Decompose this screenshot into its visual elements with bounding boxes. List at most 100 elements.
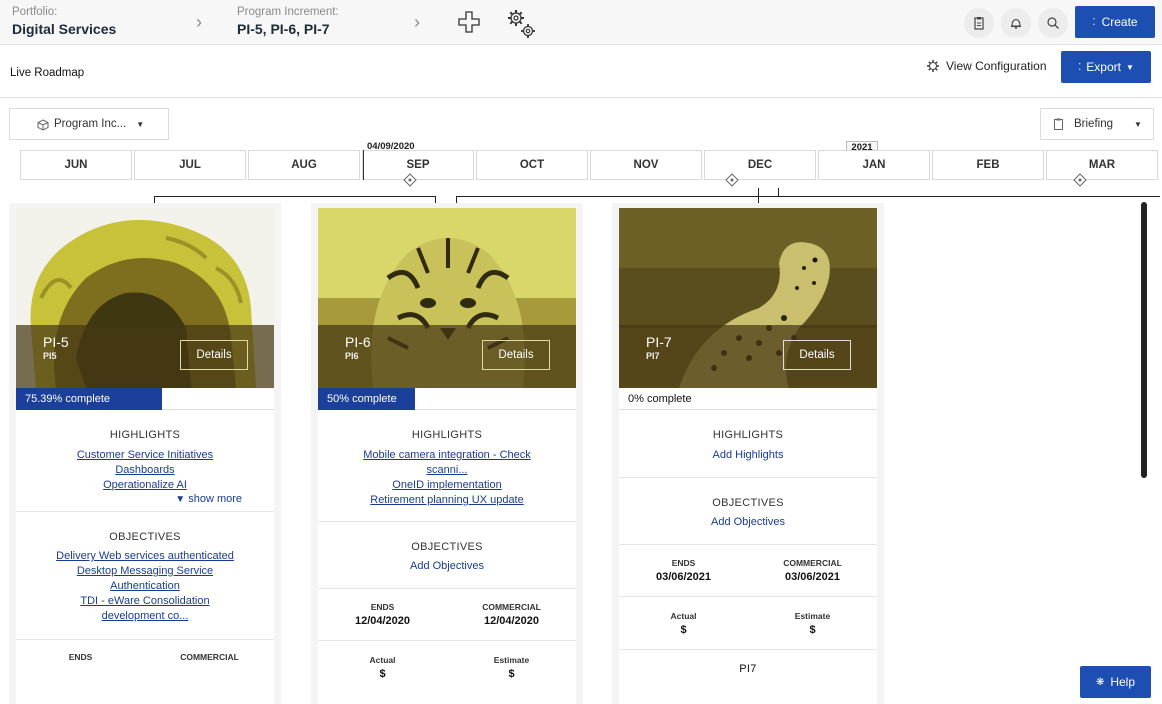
spinner-icon: ⁚ xyxy=(1092,16,1096,28)
program-increment-dropdown-label: Program Inc... xyxy=(54,118,127,130)
pi-card-pi-7: PI-7 PI7 Details 0% complete HIGHLIGHTS … xyxy=(619,208,877,704)
pi-card-pi-5: PI-5 PI5 Details 75.39% complete HIGHLIG… xyxy=(16,208,274,704)
create-label: Create xyxy=(1101,15,1138,29)
objective-link[interactable]: Authentication xyxy=(16,579,274,594)
caret-down-icon: ▼ xyxy=(136,119,145,129)
caret-down-icon: ▼ xyxy=(1125,62,1134,72)
portfolio-selector[interactable]: Portfolio: Digital Services xyxy=(12,6,116,37)
commercial-value: 03/06/2021 xyxy=(784,571,841,583)
milestone-marker-icon[interactable] xyxy=(1073,173,1087,187)
view-configuration-button[interactable]: View Configuration xyxy=(926,59,1047,73)
chevron-down-circle-icon: ▼ xyxy=(175,494,186,505)
highlight-link[interactable]: Operationalize AI xyxy=(16,478,274,493)
objective-link[interactable]: Delivery Web services authenticated xyxy=(16,549,274,564)
progress-bar: 75.39% complete xyxy=(16,388,274,410)
estimate-label: Estimate xyxy=(493,655,530,665)
search-button[interactable] xyxy=(1038,8,1068,38)
ends-value: 03/06/2021 xyxy=(655,571,712,583)
objective-link[interactable]: development co... xyxy=(16,609,274,624)
chevron-right-icon[interactable]: › xyxy=(196,12,202,33)
program-increment-selector[interactable]: Program Increment: PI-5, PI-6, PI-7 xyxy=(237,6,339,37)
ends-value: 12/04/2020 xyxy=(354,615,411,627)
pi-hero-image: PI-6 PI6 Details xyxy=(318,208,576,388)
span-divider xyxy=(758,188,759,204)
add-objectives-link[interactable]: Add Objectives xyxy=(318,559,576,574)
pi-name: PI-5 xyxy=(43,334,69,350)
page-title: Live Roadmap xyxy=(10,67,85,79)
program-increment-value: PI-5, PI-6, PI-7 xyxy=(237,21,330,37)
create-button[interactable]: ⁚ Create xyxy=(1075,6,1155,38)
progress-text: 50% complete xyxy=(327,393,397,405)
briefing-dropdown[interactable]: Briefing ▼ xyxy=(1040,108,1154,140)
clipboard-button[interactable] xyxy=(964,8,994,38)
add-highlights-link[interactable]: Add Highlights xyxy=(619,448,877,463)
notifications-button[interactable] xyxy=(1001,8,1031,38)
month-jun: JUN xyxy=(20,150,132,180)
actual-value: $ xyxy=(680,624,687,636)
program-increment-dropdown[interactable]: Program Inc... ▼ xyxy=(9,108,169,140)
details-button[interactable]: Details xyxy=(180,340,248,370)
bell-icon xyxy=(1011,18,1021,29)
ends-label: ENDS xyxy=(671,558,696,568)
dates-row: ENDS 12/04/2020 COMMERCIAL 12/04/2020 xyxy=(318,602,576,627)
progress-text: 75.39% complete xyxy=(25,393,110,405)
pi-code: PI7 xyxy=(646,351,660,361)
month-sep: SEP xyxy=(362,150,474,180)
highlight-link[interactable]: scanni... xyxy=(318,463,576,478)
portfolio-label: Portfolio: xyxy=(12,6,58,18)
highlight-link[interactable]: Retirement planning UX update xyxy=(318,493,576,508)
details-button[interactable]: Details xyxy=(482,340,550,370)
actual-label: Actual xyxy=(670,611,697,621)
top-bar: Portfolio: Digital Services › Program In… xyxy=(0,0,1162,45)
actual-value: $ xyxy=(379,668,386,680)
milestone-marker-icon[interactable] xyxy=(403,173,417,187)
show-more-label: show more xyxy=(188,493,242,505)
milestone-marker-icon[interactable] xyxy=(725,173,739,187)
details-button[interactable]: Details xyxy=(783,340,851,370)
month-dec: DEC xyxy=(704,150,816,180)
cube-icon xyxy=(37,119,49,131)
program-increment-label: Program Increment: xyxy=(237,6,339,18)
highlights-title: HIGHLIGHTS xyxy=(712,429,784,441)
highlight-link[interactable]: Mobile camera integration - Check xyxy=(318,448,576,463)
estimate-value: $ xyxy=(809,624,816,636)
month-mar: MAR xyxy=(1046,150,1158,180)
pi-card-pi-6: PI-6 PI6 Details 50% complete HIGHLIGHTS… xyxy=(318,208,576,704)
chevron-right-icon[interactable]: › xyxy=(414,12,420,33)
caret-down-icon: ▼ xyxy=(1134,119,1142,129)
month-nov: NOV xyxy=(590,150,702,180)
help-label: Help xyxy=(1110,675,1136,689)
pi-code: PI6 xyxy=(345,351,359,361)
month-feb: FEB xyxy=(932,150,1044,180)
highlight-link[interactable]: Dashboards xyxy=(16,463,274,478)
cost-row: Actual $ Estimate $ xyxy=(318,655,576,680)
help-icon: ❋ xyxy=(1095,676,1105,688)
view-configuration-label: View Configuration xyxy=(946,59,1047,73)
spinner-icon: ⁚ xyxy=(1078,61,1082,73)
pi-code: PI5 xyxy=(43,351,57,361)
show-more-button[interactable]: ▼ show more xyxy=(16,493,274,505)
vertical-scrollbar[interactable] xyxy=(1141,202,1147,478)
export-button[interactable]: ⁚ Export ▼ xyxy=(1061,51,1151,83)
highlight-link[interactable]: Customer Service Initiatives xyxy=(16,448,274,463)
timeline-months: JUN JUL AUG SEP OCT NOV DEC JAN FEB MAR xyxy=(20,150,1162,180)
briefing-dropdown-label: Briefing xyxy=(1074,118,1113,130)
help-button[interactable]: ❋ Help xyxy=(1080,666,1151,698)
pi-name: PI-6 xyxy=(345,334,371,350)
ends-label: ENDS xyxy=(370,602,395,612)
objective-link[interactable]: Desktop Messaging Service xyxy=(16,564,274,579)
export-label: Export xyxy=(1086,60,1121,74)
gear-icon xyxy=(927,60,939,72)
month-jul: JUL xyxy=(134,150,246,180)
today-line xyxy=(363,150,364,180)
span-tick xyxy=(778,188,779,196)
plus-icon[interactable] xyxy=(457,10,481,34)
ends-label: ENDS xyxy=(68,652,93,662)
highlight-link[interactable]: OneID implementation xyxy=(318,478,576,493)
add-objectives-link[interactable]: Add Objectives xyxy=(619,515,877,530)
objective-link[interactable]: TDI - eWare Consolidation xyxy=(16,594,274,609)
gears-icon[interactable] xyxy=(505,7,539,41)
commercial-label: COMMERCIAL xyxy=(482,602,541,612)
month-aug: AUG xyxy=(248,150,360,180)
month-jan: JAN xyxy=(818,150,930,180)
